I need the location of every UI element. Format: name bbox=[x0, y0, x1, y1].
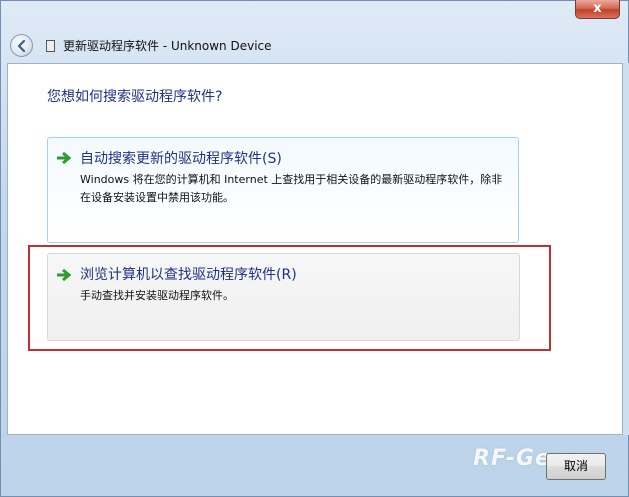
auto-search-title: 自动搜索更新的驱动程序软件(S) bbox=[80, 151, 282, 167]
highlight-annotation bbox=[28, 245, 551, 351]
title-bar: 更新驱动程序软件 - Unknown Device bbox=[0, 27, 629, 63]
back-arrow-icon bbox=[17, 39, 26, 53]
window-edge bbox=[623, 63, 629, 435]
back-button[interactable] bbox=[10, 34, 33, 57]
auto-search-option[interactable]: 自动搜索更新的驱动程序软件(S) Windows 将在您的计算机和 Intern… bbox=[47, 137, 519, 243]
cancel-button[interactable]: 取消 bbox=[546, 453, 606, 480]
window-title: 更新驱动程序软件 - Unknown Device bbox=[63, 39, 272, 53]
close-icon: x bbox=[593, 1, 602, 16]
close-button[interactable]: x bbox=[575, 0, 620, 19]
device-icon bbox=[46, 40, 55, 52]
auto-search-description: Windows 将在您的计算机和 Internet 上查找用于相关设备的最新驱动… bbox=[80, 173, 503, 204]
page-heading: 您想如何搜索驱动程序软件? bbox=[47, 89, 223, 105]
green-arrow-icon bbox=[57, 151, 72, 165]
